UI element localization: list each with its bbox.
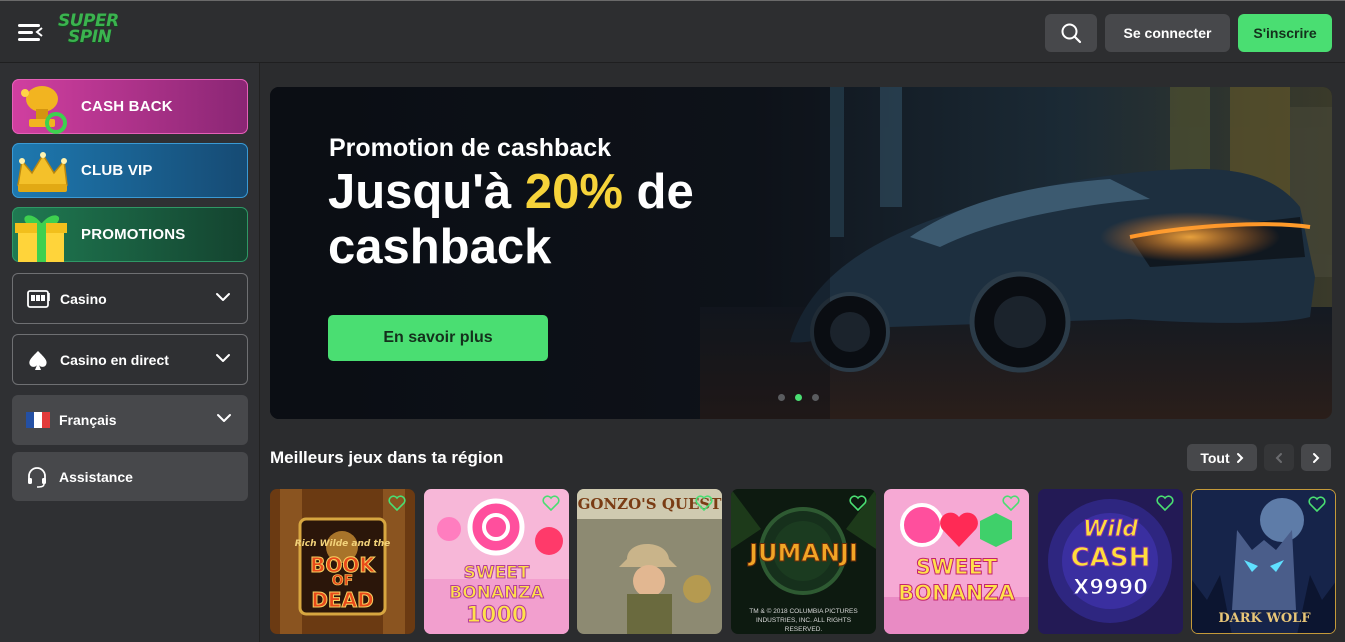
sidebar-item-live-casino[interactable]: Casino en direct (12, 334, 248, 385)
game-title-line2: BONANZA (898, 581, 1016, 606)
sidebar-promo-promotions[interactable]: PROMOTIONS (12, 207, 248, 262)
gift-icon (15, 215, 67, 262)
game-title-line3: DEAD (311, 588, 374, 613)
sidebar-item-label: Casino (60, 290, 107, 307)
game-subtitle: Rich Wilde and the (294, 539, 391, 549)
favorite-heart-icon[interactable] (1308, 496, 1326, 512)
menu-toggle-icon[interactable] (16, 21, 44, 45)
game-title-line2: BONANZA (449, 583, 545, 604)
sidebar-item-label: Casino en direct (60, 351, 169, 368)
sidebar-item-casino[interactable]: Casino (12, 273, 248, 324)
game-title-line2: CASH (1070, 543, 1151, 574)
game-title-line1: Wild (1082, 517, 1139, 543)
sidebar-item-label: Français (59, 412, 117, 428)
chevron-right-icon (1313, 452, 1320, 463)
banner-headline: Jusqu'à 20% de cashback (328, 165, 748, 275)
sidebar: CASH BACK CLUB VIP PROMOTIONS Casino Cas… (0, 63, 260, 642)
carousel-dot-active[interactable] (795, 394, 802, 401)
game-title-line1: DARK WOLF (1218, 611, 1311, 626)
sidebar-promo-label: CLUB VIP (81, 162, 153, 179)
chevron-down-icon (217, 414, 231, 422)
sidebar-item-label: Assistance (59, 468, 133, 485)
carousel-dot[interactable] (812, 394, 819, 401)
headline-pre: Jusqu'à (328, 165, 525, 219)
game-copyright: TM & © 2018 COLUMBIA PICTURES INDUSTRIES… (749, 608, 858, 633)
game-tile-sweet-bonanza[interactable]: SWEET BONANZA (884, 489, 1029, 634)
game-tile-gonzos-quest[interactable]: GONZO'S QUEST (577, 489, 722, 634)
carousel-next-button[interactable] (1301, 444, 1331, 471)
france-flag-icon (26, 412, 50, 428)
search-icon (1061, 23, 1082, 44)
search-button[interactable] (1045, 14, 1097, 52)
signup-button[interactable]: S'inscrire (1238, 14, 1332, 52)
headline-highlight: 20% (524, 165, 623, 219)
section-title: Meilleurs jeux dans ta région (270, 448, 504, 467)
chevron-left-icon (1275, 452, 1282, 463)
game-title-line1: SWEET (915, 555, 998, 580)
carousel-dots (778, 394, 819, 401)
top-header: SUPER SPIN Se connecter S'inscrire (0, 0, 1345, 63)
sidebar-promo-vip[interactable]: CLUB VIP (12, 143, 248, 198)
game-tile-wild-cash[interactable]: Wild CASH X9990 (1038, 489, 1183, 634)
sidebar-item-assistance[interactable]: Assistance (12, 452, 248, 501)
logo-line2: SPIN (68, 27, 112, 47)
chevron-down-icon (216, 354, 230, 362)
favorite-heart-icon[interactable] (542, 495, 560, 511)
game-title-line3: 1000 (465, 603, 528, 629)
chevron-down-icon (216, 293, 230, 301)
favorite-heart-icon[interactable] (849, 495, 867, 511)
carousel-dot[interactable] (778, 394, 785, 401)
game-tile-jumanji[interactable]: JUMANJI TM & © 2018 COLUMBIA PICTURES IN… (731, 489, 876, 634)
banner-cta-button[interactable]: En savoir plus (328, 315, 548, 361)
sidebar-item-language[interactable]: Français (12, 395, 248, 445)
game-title-line1: SWEET (463, 563, 530, 584)
game-title-line2: OF (331, 573, 354, 590)
sidebar-promo-label: PROMOTIONS (81, 226, 186, 243)
banner-kicker: Promotion de cashback (329, 134, 612, 162)
promo-banner[interactable]: Promotion de cashback Jusqu'à 20% de cas… (270, 87, 1332, 419)
view-all-button[interactable]: Tout (1187, 444, 1257, 471)
crown-icon (17, 152, 68, 192)
carousel-prev-button[interactable] (1264, 444, 1294, 471)
headset-icon (28, 466, 46, 488)
sidebar-promo-label: CASH BACK (81, 98, 173, 115)
spade-icon (29, 350, 47, 370)
slot-machine-icon (27, 289, 50, 308)
cashback-trophy-icon (21, 86, 67, 134)
view-all-label: Tout (1200, 449, 1230, 466)
games-carousel: Rich Wilde and the BOOK OF DEAD SWEET BO… (270, 489, 1345, 642)
game-title-line1: JUMANJI (749, 539, 859, 568)
game-title-line3: X9990 (1073, 575, 1149, 600)
game-tile-sweet-bonanza-1000[interactable]: SWEET BONANZA 1000 (424, 489, 569, 634)
game-tile-dark-wolf[interactable]: DARK WOLF (1191, 489, 1336, 634)
login-button[interactable]: Se connecter (1105, 14, 1230, 52)
superspin-logo[interactable]: SUPER SPIN (58, 13, 124, 53)
favorite-heart-icon[interactable] (1156, 495, 1174, 511)
sidebar-promo-cashback[interactable]: CASH BACK (12, 79, 248, 134)
favorite-heart-icon[interactable] (388, 495, 406, 511)
game-tile-book-of-dead[interactable]: Rich Wilde and the BOOK OF DEAD (270, 489, 415, 634)
favorite-heart-icon[interactable] (695, 495, 713, 511)
chevron-right-icon (1236, 452, 1244, 463)
favorite-heart-icon[interactable] (1002, 495, 1020, 511)
